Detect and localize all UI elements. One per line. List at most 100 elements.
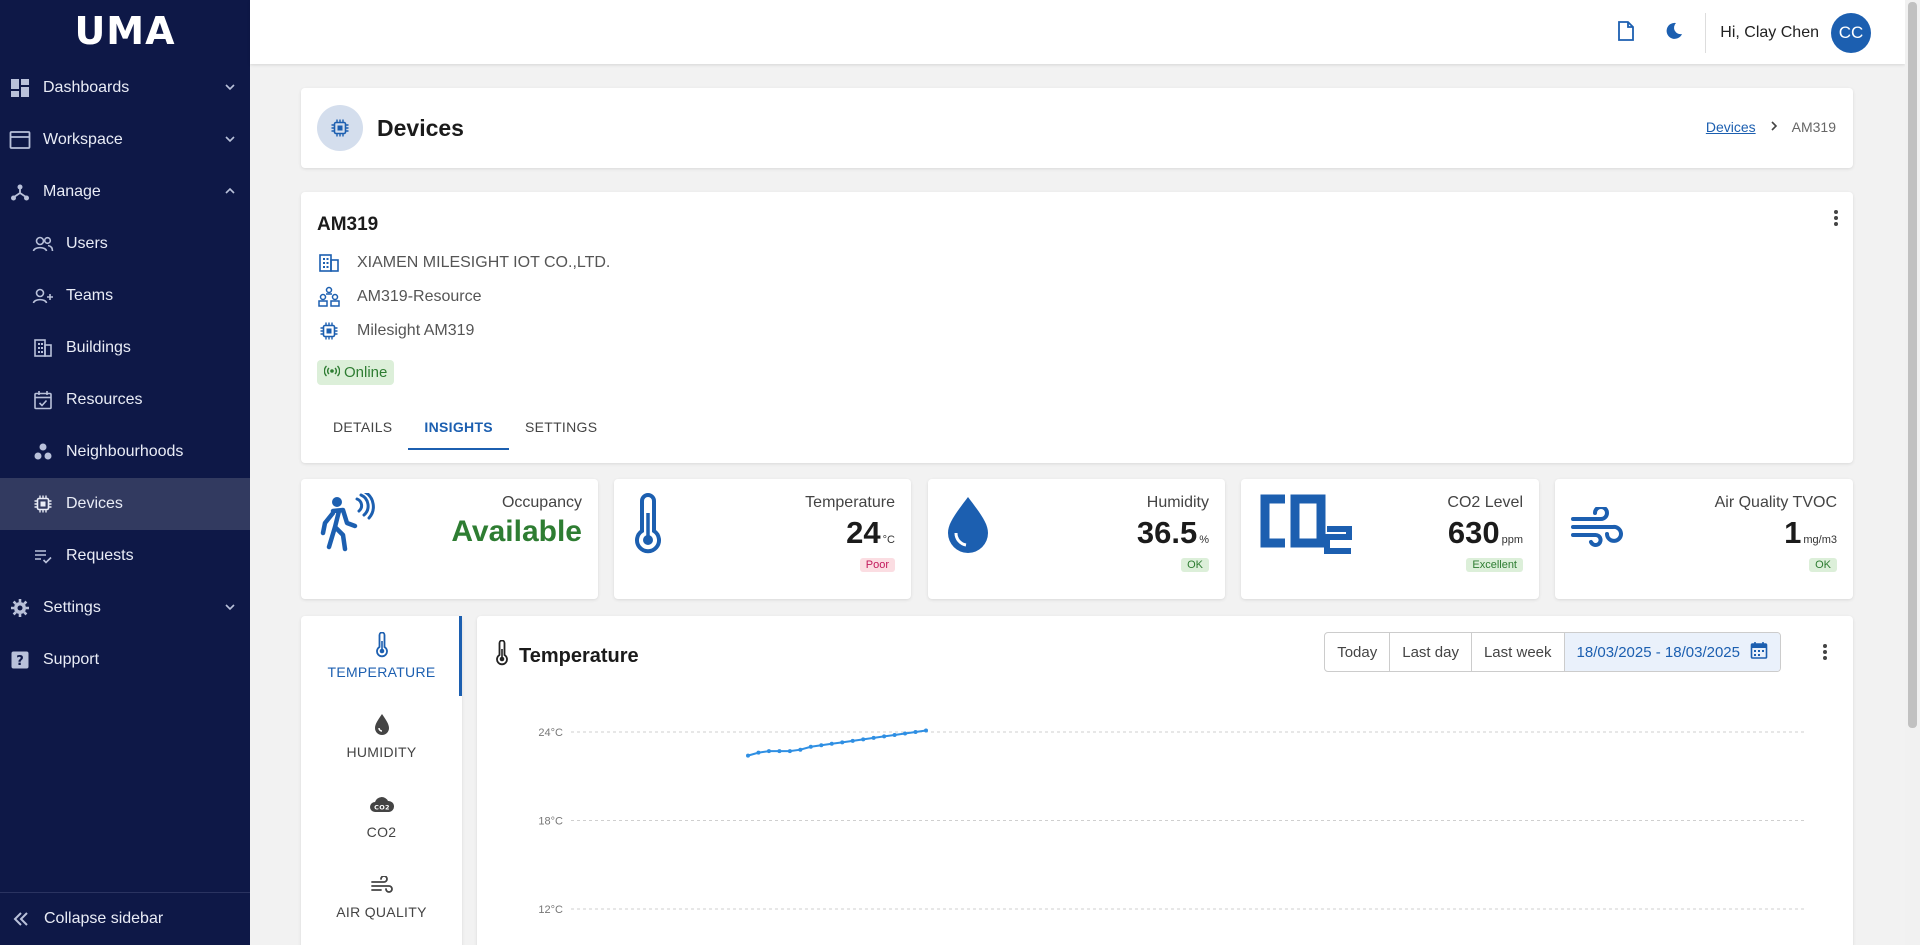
sidetab-humidity[interactable]: HUMIDITY — [301, 696, 462, 776]
sidebar-item-label: Manage — [43, 183, 101, 200]
collapse-sidebar-label: Collapse sidebar — [44, 910, 164, 927]
tvoc-value-wrap: 1 mg/m3 — [1784, 515, 1837, 551]
water-drop-icon — [373, 712, 391, 738]
tab-settings[interactable]: SETTINGS — [509, 404, 613, 450]
sidetab-label: CO2 — [366, 824, 397, 840]
sidebar-item-requests[interactable]: Requests — [0, 530, 250, 582]
device-model: Milesight AM319 — [357, 322, 475, 339]
tvoc-value: 1 — [1784, 515, 1802, 550]
chevron-right-icon — [1770, 119, 1778, 135]
co2-label: CO2 Level — [1447, 494, 1523, 511]
series-line — [747, 729, 927, 757]
data-point[interactable] — [924, 728, 928, 733]
chart-card: Temperature Today Last day Last week 18/… — [477, 616, 1853, 945]
moon-icon — [1664, 21, 1684, 46]
document-icon — [1617, 20, 1635, 46]
device-model-row: Milesight AM319 — [317, 319, 474, 343]
data-point[interactable] — [808, 744, 813, 749]
sidebar-item-label: Requests — [66, 547, 134, 564]
humidity-unit: % — [1199, 534, 1209, 546]
avatar[interactable]: CC — [1831, 13, 1871, 53]
data-point[interactable] — [882, 734, 887, 739]
dark-mode-toggle[interactable] — [1655, 14, 1693, 52]
sidetab-label: HUMIDITY — [346, 744, 417, 760]
y-tick-label: 24°C — [538, 727, 563, 739]
tab-details[interactable]: DETAILS — [317, 404, 408, 450]
wind-icon — [1569, 505, 1625, 552]
sidebar-item-neighbourhoods[interactable]: Neighbourhoods — [0, 426, 250, 478]
workspaces-icon — [32, 441, 54, 463]
sidebar-item-label: Devices — [66, 495, 123, 512]
sidebar-item-settings[interactable]: Settings — [0, 582, 250, 634]
sidetab-air-quality[interactable]: AIR QUALITY — [301, 856, 462, 936]
data-point[interactable] — [871, 735, 876, 740]
humidity-card: Humidity 36.5% OK — [928, 479, 1225, 599]
device-company: XIAMEN MILESIGHT IOT CO.,LTD. — [357, 254, 611, 271]
data-point[interactable] — [903, 731, 908, 736]
tvoc-card: Air Quality TVOC 1 mg/m3 OK — [1555, 479, 1853, 599]
dashboard-icon — [9, 77, 31, 99]
sidebar-item-teams[interactable]: Teams — [0, 270, 250, 322]
sidebar-item-buildings[interactable]: Buildings — [0, 322, 250, 374]
thermometer-icon — [375, 632, 389, 658]
data-point[interactable] — [829, 741, 834, 746]
app-logo[interactable]: UMA — [0, 0, 250, 62]
thermometer-icon — [628, 493, 668, 562]
topbar: Hi, Clay Chen CC — [250, 0, 1905, 64]
device-name: AM319 — [317, 214, 379, 235]
sidebar-item-label: Resources — [66, 391, 143, 408]
temperature-value: 24 — [846, 515, 881, 550]
data-point[interactable] — [850, 738, 855, 743]
tvoc-rating-badge: OK — [1809, 558, 1837, 572]
data-point[interactable] — [798, 747, 803, 752]
workspace-icon — [9, 129, 31, 151]
sidebar-item-users[interactable]: Users — [0, 218, 250, 270]
data-point[interactable] — [913, 730, 918, 734]
collapse-sidebar-button[interactable]: Collapse sidebar — [0, 892, 250, 945]
data-point[interactable] — [819, 743, 824, 748]
sidebar-item-dashboards[interactable]: Dashboards — [0, 62, 250, 114]
sidebar-item-support[interactable]: ? Support — [0, 634, 250, 686]
more-options-button[interactable] — [1833, 208, 1839, 233]
data-point[interactable] — [861, 737, 866, 742]
sidetab-temperature[interactable]: TEMPERATURE — [301, 616, 462, 696]
temperature-unit: °C — [882, 534, 895, 546]
tab-insights[interactable]: INSIGHTS — [408, 404, 509, 450]
device-resource: AM319-Resource — [357, 288, 482, 305]
device-tabs: DETAILS INSIGHTS SETTINGS — [317, 404, 613, 450]
humidity-value: 36.5 — [1136, 515, 1198, 550]
sidebar-item-workspace[interactable]: Workspace — [0, 114, 250, 166]
page-scrollbar[interactable] — [1905, 0, 1920, 945]
data-point[interactable] — [766, 749, 771, 754]
data-point[interactable] — [777, 749, 782, 754]
sidebar-item-label: Teams — [66, 287, 114, 304]
breadcrumb-link-devices[interactable]: Devices — [1706, 119, 1756, 135]
co2-rating-badge: Excellent — [1466, 558, 1523, 572]
hierarchy-icon — [9, 181, 31, 203]
data-point[interactable] — [892, 732, 897, 737]
sidetab-co2[interactable]: CO2 CO2 — [301, 776, 462, 856]
humidity-value-wrap: 36.5% — [1137, 515, 1209, 551]
svg-text:CO2: CO2 — [374, 804, 390, 812]
document-button[interactable] — [1607, 14, 1645, 52]
sidebar-item-manage[interactable]: Manage — [0, 166, 250, 218]
data-point[interactable] — [756, 750, 761, 755]
signal-icon — [323, 364, 344, 382]
page-header: Devices Devices AM319 — [301, 88, 1853, 168]
sidebar-item-label: Dashboards — [43, 79, 130, 96]
device-resource-row: AM319-Resource — [317, 285, 482, 309]
divider — [1705, 13, 1707, 53]
metric-side-tabs: TEMPERATURE HUMIDITY CO2 CO2 AIR QUALITY — [301, 616, 462, 945]
scrollbar-thumb[interactable] — [1908, 2, 1917, 728]
temperature-value-wrap: 24 °C — [846, 515, 895, 551]
sidetab-label: TEMPERATURE — [327, 664, 436, 680]
tvoc-unit: mg/m3 — [1803, 534, 1837, 546]
sidebar-item-resources[interactable]: Resources — [0, 374, 250, 426]
data-point[interactable] — [840, 740, 845, 745]
temperature-chart: 24°C 18°C 12°C — [538, 727, 1807, 916]
data-point[interactable] — [746, 753, 750, 758]
occupancy-card: Occupancy Available — [301, 479, 598, 599]
chevron-down-icon — [224, 132, 236, 150]
data-point[interactable] — [787, 749, 792, 754]
sidebar-item-devices[interactable]: Devices — [0, 478, 250, 530]
